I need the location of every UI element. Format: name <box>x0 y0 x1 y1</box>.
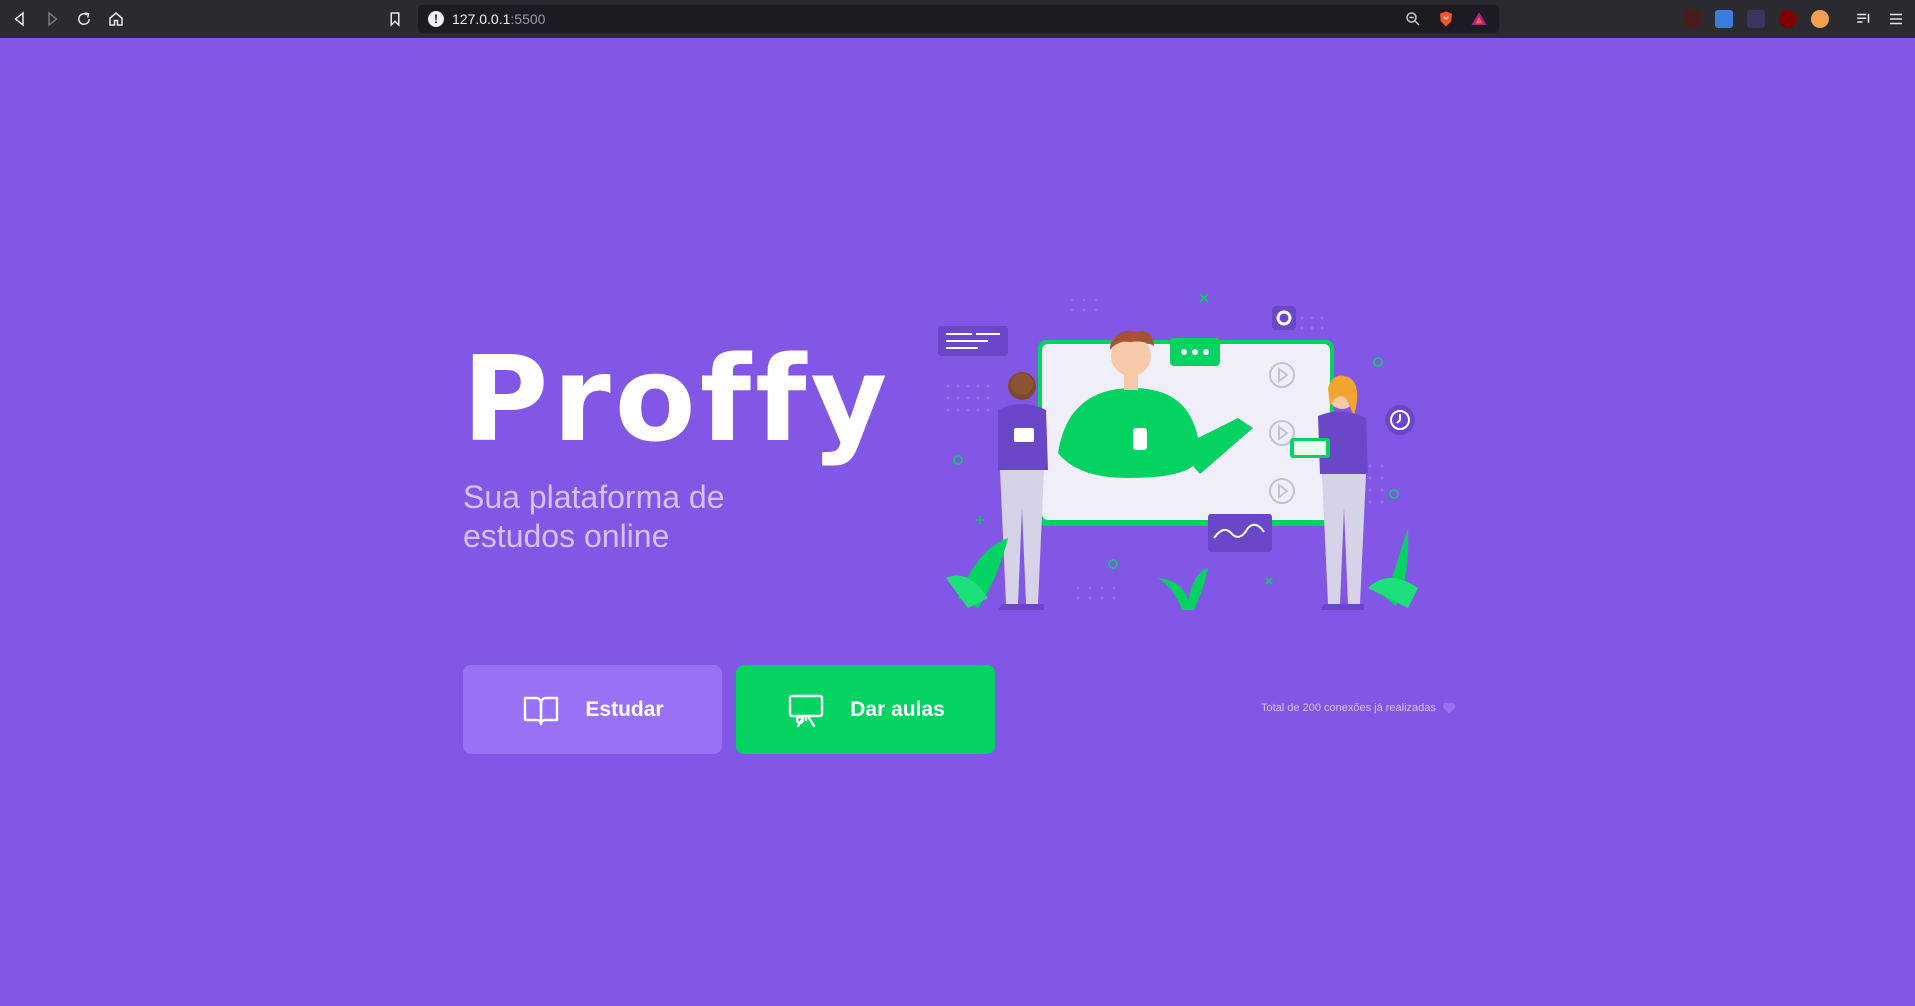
url-text[interactable]: 127.0.0.1:5500 <box>452 11 545 27</box>
proffy-logo: Proffy <box>462 330 892 468</box>
brave-rewards-icon[interactable] <box>1470 10 1488 28</box>
home-icon <box>109 12 123 26</box>
study-button-label: Estudar <box>585 697 664 721</box>
menu-icon[interactable] <box>1887 10 1905 28</box>
back-button[interactable] <box>8 7 32 31</box>
translate-extension-icon[interactable] <box>1715 10 1733 28</box>
teach-button[interactable]: Dar aulas <box>736 665 995 754</box>
connections-counter: Total de 200 conexões já realizadas <box>1261 702 1456 714</box>
browser-toolbar: ! 127.0.0.1:5500 <box>0 0 1915 38</box>
bookmark-icon <box>390 12 400 27</box>
tagline: Sua plataforma de estudos online <box>463 479 725 554</box>
forward-arrow-icon <box>48 11 58 27</box>
home-button[interactable] <box>104 7 128 31</box>
pdf-extension-icon[interactable] <box>1683 10 1701 28</box>
url-bar[interactable]: ! 127.0.0.1:5500 <box>418 5 1499 33</box>
zoom-icon[interactable] <box>1404 10 1422 28</box>
connections-text: Total de 200 conexões já realizadas <box>1261 702 1436 714</box>
study-button[interactable]: Estudar <box>463 665 722 754</box>
purple-heart-icon <box>1442 702 1456 714</box>
forward-button[interactable] <box>40 7 64 31</box>
extension-icon[interactable] <box>1747 10 1765 28</box>
teach-button-label: Dar aulas <box>850 697 945 721</box>
hero-illustration <box>938 293 1418 610</box>
reload-icon <box>78 12 91 25</box>
bookmark-button[interactable] <box>383 7 407 31</box>
reading-list-icon[interactable] <box>1855 10 1873 28</box>
site-info-icon[interactable]: ! <box>428 11 444 27</box>
reload-button[interactable] <box>72 7 96 31</box>
extension-icon-2[interactable] <box>1811 10 1829 28</box>
back-arrow-icon <box>14 11 24 27</box>
open-book-icon <box>524 696 559 725</box>
brave-shield-icon[interactable] <box>1437 10 1455 28</box>
presentation-board-icon <box>789 694 824 727</box>
ublock-extension-icon[interactable] <box>1779 10 1797 28</box>
